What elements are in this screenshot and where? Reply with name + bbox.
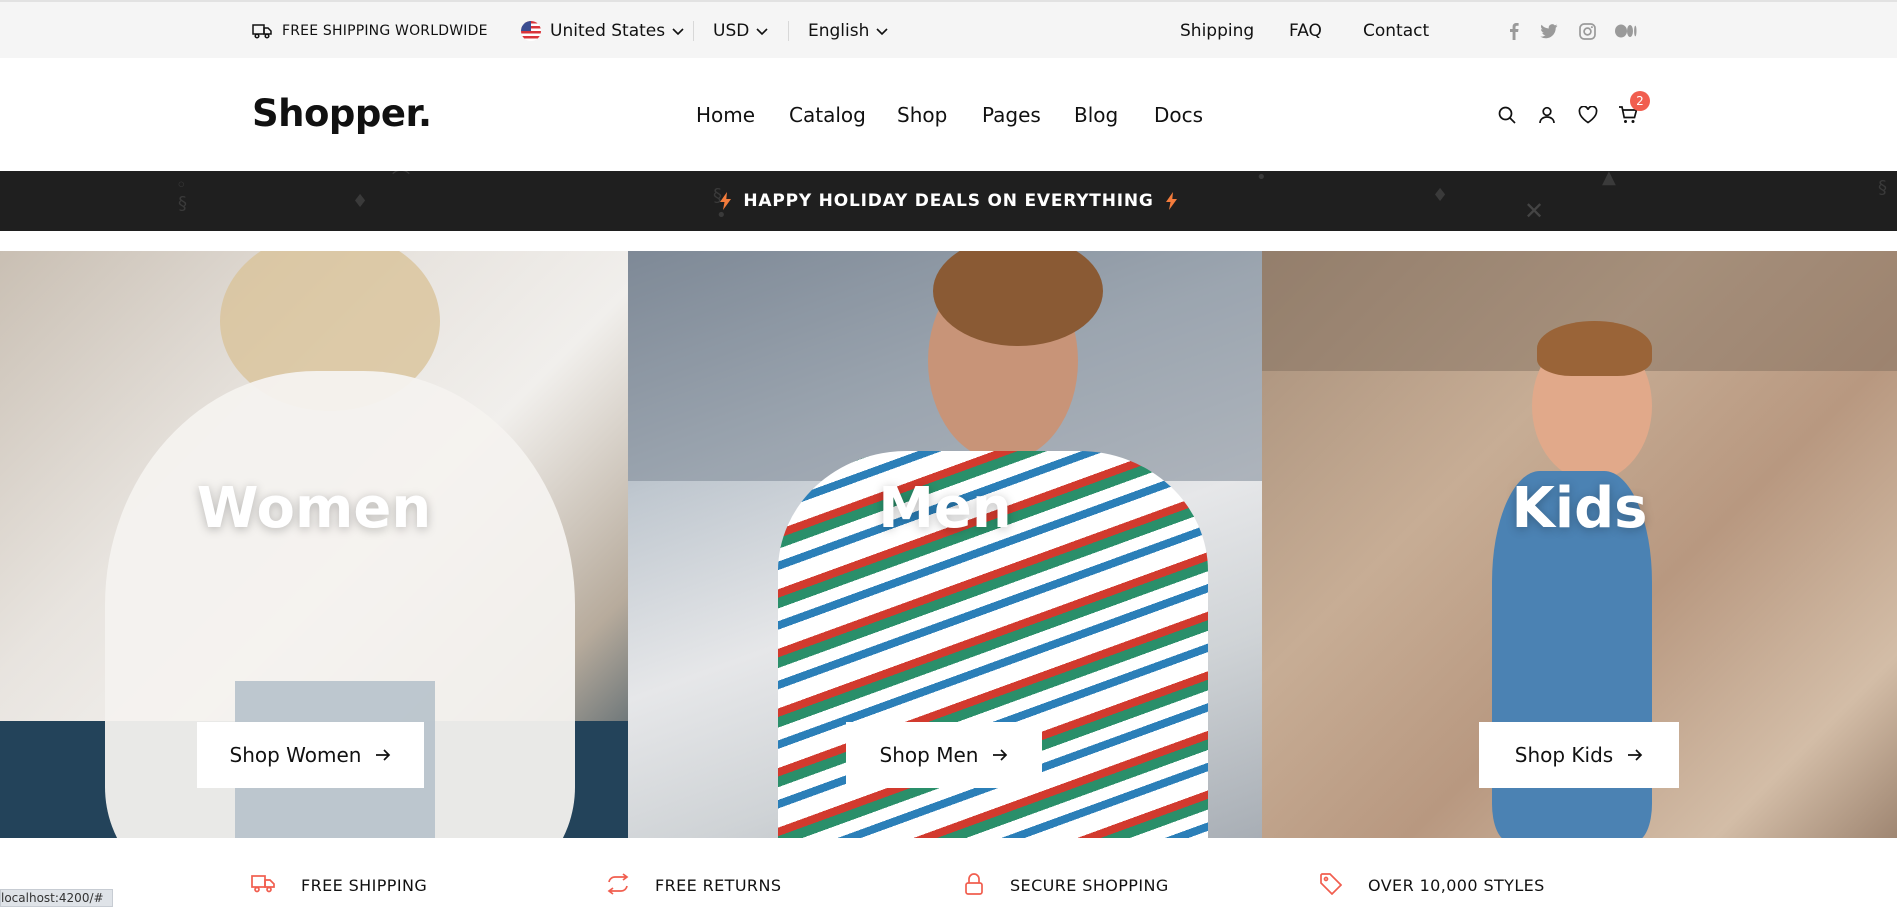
promo-message: HAPPY HOLIDAY DEALS ON EVERYTHING bbox=[0, 171, 1897, 231]
shop-men-button[interactable]: Shop Men bbox=[846, 722, 1042, 788]
medium-icon[interactable] bbox=[1615, 2, 1637, 60]
lightning-icon bbox=[1165, 192, 1177, 210]
features-bar: FREE SHIPPING FREE RETURNS SECURE SHOPPI… bbox=[0, 858, 1897, 907]
shipping-link[interactable]: Shipping bbox=[1180, 2, 1254, 60]
logo[interactable]: Shopper. bbox=[252, 92, 432, 135]
nav-home[interactable]: Home bbox=[696, 58, 755, 171]
country-label: United States bbox=[550, 21, 666, 41]
instagram-icon[interactable] bbox=[1579, 2, 1596, 60]
category-tile-women[interactable]: Women Shop Women bbox=[0, 251, 628, 838]
nav-catalog[interactable]: Catalog bbox=[789, 58, 866, 171]
photo-child-hair bbox=[1537, 321, 1652, 376]
facebook-icon[interactable] bbox=[1509, 2, 1519, 60]
language-selector[interactable]: English bbox=[808, 2, 888, 60]
twitter-icon[interactable] bbox=[1540, 2, 1558, 60]
shipping-note-text: FREE SHIPPING WORLDWIDE bbox=[282, 23, 488, 39]
search-icon[interactable] bbox=[1496, 104, 1518, 126]
category-title-men: Men bbox=[878, 476, 1012, 541]
tag-icon bbox=[1320, 873, 1342, 895]
us-flag-icon bbox=[521, 21, 541, 41]
arrow-right-icon bbox=[993, 749, 1008, 761]
category-tile-kids[interactable]: Kids Shop Kids bbox=[1262, 251, 1897, 838]
arrow-right-icon bbox=[376, 749, 391, 761]
promo-banner: ◦ § ♦ ⌒ § • • ♦ ▲ ✕ § HAPPY HOLIDAY DEAL… bbox=[0, 171, 1897, 231]
contact-link[interactable]: Contact bbox=[1363, 2, 1429, 60]
feature-label: SECURE SHOPPING bbox=[1010, 876, 1169, 895]
feature-free-returns: FREE RETURNS bbox=[607, 858, 781, 907]
heart-icon[interactable] bbox=[1577, 104, 1599, 126]
feature-label: FREE RETURNS bbox=[655, 876, 782, 895]
cart-count-badge: 2 bbox=[1630, 91, 1650, 111]
lightning-icon bbox=[720, 192, 732, 210]
country-selector[interactable]: United States bbox=[521, 2, 684, 60]
nav-blog[interactable]: Blog bbox=[1074, 58, 1118, 171]
shop-men-label: Shop Men bbox=[879, 743, 979, 767]
category-title-kids: Kids bbox=[1511, 476, 1648, 541]
truck-icon bbox=[252, 24, 272, 39]
feature-secure-shopping: SECURE SHOPPING bbox=[964, 858, 1169, 907]
chevron-down-icon bbox=[756, 21, 768, 41]
browser-status-url: localhost:4200/# bbox=[0, 889, 113, 907]
chevron-down-icon bbox=[876, 21, 888, 41]
top-bar: FREE SHIPPING WORLDWIDE United States US… bbox=[0, 0, 1897, 58]
nav-docs[interactable]: Docs bbox=[1154, 58, 1203, 171]
main-header: Shopper. Home Catalog Shop Pages Blog Do… bbox=[0, 58, 1897, 171]
category-title-women: Women bbox=[196, 476, 432, 541]
divider bbox=[788, 21, 789, 41]
lock-icon bbox=[965, 873, 983, 895]
chevron-down-icon bbox=[672, 21, 684, 41]
category-tile-men[interactable]: Men Shop Men bbox=[628, 251, 1262, 838]
arrow-right-icon bbox=[1628, 749, 1643, 761]
shop-women-label: Shop Women bbox=[229, 743, 362, 767]
divider bbox=[693, 21, 694, 41]
language-label: English bbox=[808, 21, 870, 41]
user-icon[interactable] bbox=[1536, 104, 1558, 126]
shop-women-button[interactable]: Shop Women bbox=[197, 722, 424, 788]
returns-icon bbox=[607, 873, 629, 895]
currency-label: USD bbox=[713, 21, 750, 41]
shop-kids-button[interactable]: Shop Kids bbox=[1479, 722, 1679, 788]
shipping-note: FREE SHIPPING WORLDWIDE bbox=[252, 2, 488, 60]
nav-pages[interactable]: Pages bbox=[982, 58, 1041, 171]
nav-shop[interactable]: Shop bbox=[897, 58, 947, 171]
promo-text: HAPPY HOLIDAY DEALS ON EVERYTHING bbox=[743, 191, 1154, 211]
currency-selector[interactable]: USD bbox=[713, 2, 768, 60]
truck-icon bbox=[251, 875, 275, 893]
feature-free-shipping: FREE SHIPPING bbox=[251, 858, 427, 907]
shop-kids-label: Shop Kids bbox=[1514, 743, 1614, 767]
faq-link[interactable]: FAQ bbox=[1289, 2, 1322, 60]
feature-label: FREE SHIPPING bbox=[301, 876, 428, 895]
feature-label: OVER 10,000 STYLES bbox=[1368, 876, 1545, 895]
feature-styles: OVER 10,000 STYLES bbox=[1320, 858, 1545, 907]
